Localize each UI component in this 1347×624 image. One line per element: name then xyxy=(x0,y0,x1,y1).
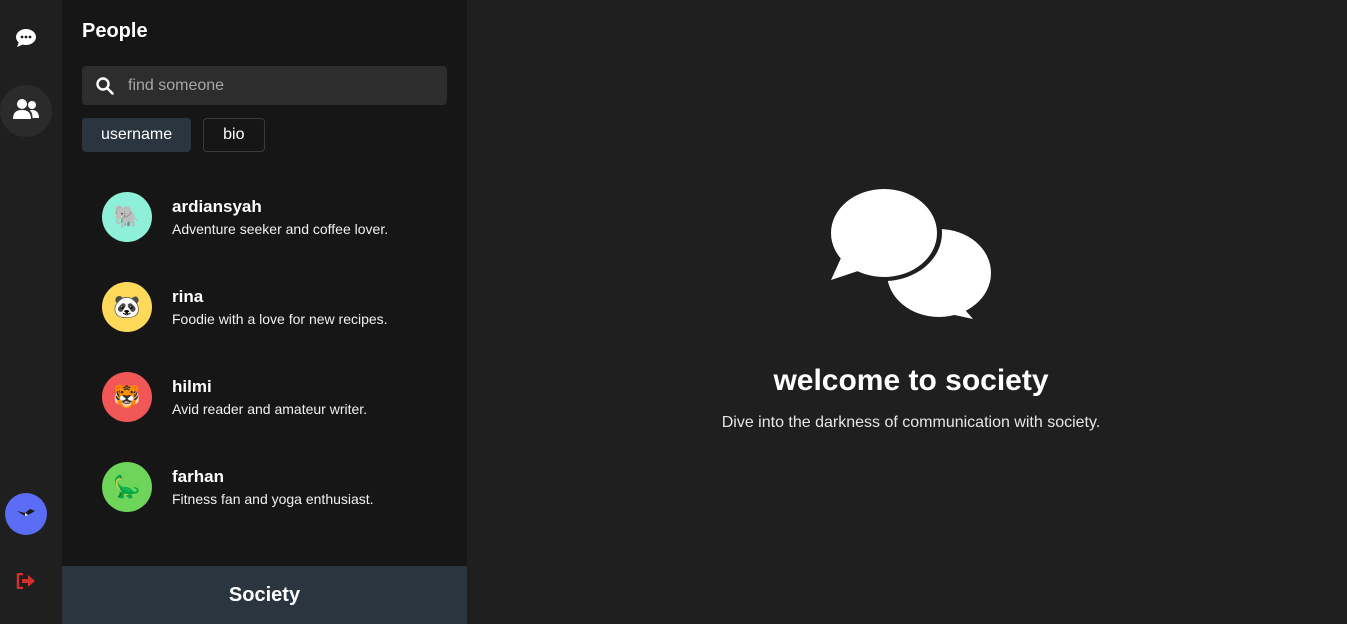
avatar: 🦕 xyxy=(102,462,152,512)
welcome-subtitle: Dive into the darkness of communication … xyxy=(721,414,1101,431)
person-name: farhan xyxy=(172,466,224,486)
person-bio: Adventure seeker and coffee lover. xyxy=(172,220,389,237)
person-name: rina xyxy=(172,286,204,306)
list-item[interactable]: 🐼 rina Foodie with a love for new recipe… xyxy=(102,282,432,332)
filter-bio-button[interactable]: bio xyxy=(203,118,265,152)
comments-icon xyxy=(826,185,994,328)
welcome-area: welcome to society Dive into the darknes… xyxy=(467,0,1347,624)
users-icon xyxy=(13,98,39,125)
person-bio: Foodie with a love for new recipes. xyxy=(172,310,388,327)
chats-nav-button[interactable] xyxy=(0,14,52,66)
page-title: People xyxy=(82,20,148,42)
user-avatar[interactable] xyxy=(5,493,47,535)
person-bio: Fitness fan and yoga enthusiast. xyxy=(172,490,374,507)
person-bio: Avid reader and amateur writer. xyxy=(172,400,368,417)
person-name: hilmi xyxy=(172,376,212,396)
list-item[interactable]: 🐘 ardiansyah Adventure seeker and coffee… xyxy=(102,192,432,242)
people-nav-button[interactable] xyxy=(0,85,52,137)
welcome-heading: welcome to society xyxy=(773,364,1049,397)
avatar: 🐘 xyxy=(102,192,152,242)
avatar: 🐯 xyxy=(102,372,152,422)
chat-bubble-icon xyxy=(15,28,37,53)
logout-button[interactable] xyxy=(0,568,52,598)
filter-username-button[interactable]: username xyxy=(82,118,192,152)
people-panel: People username bio 🐘 ardiansyah Adve xyxy=(62,0,489,624)
search-input[interactable] xyxy=(128,76,428,95)
list-item[interactable]: 🐯 hilmi Avid reader and amateur writer. xyxy=(102,372,432,422)
search-box xyxy=(82,66,447,105)
list-item[interactable]: 🦕 farhan Fitness fan and yoga enthusiast… xyxy=(102,462,432,512)
bird-icon xyxy=(16,505,36,524)
logout-icon xyxy=(16,572,36,594)
people-list: 🐘 ardiansyah Adventure seeker and coffee… xyxy=(82,172,447,547)
avatar: 🐼 xyxy=(102,282,152,332)
person-name: ardiansyah xyxy=(172,196,262,216)
search-filter-group: username bio xyxy=(82,118,265,152)
brand-footer: Society xyxy=(62,566,467,624)
app-root: People username bio 🐘 ardiansyah Adve xyxy=(0,0,1347,624)
search-icon xyxy=(82,76,128,95)
icon-rail xyxy=(0,0,62,624)
